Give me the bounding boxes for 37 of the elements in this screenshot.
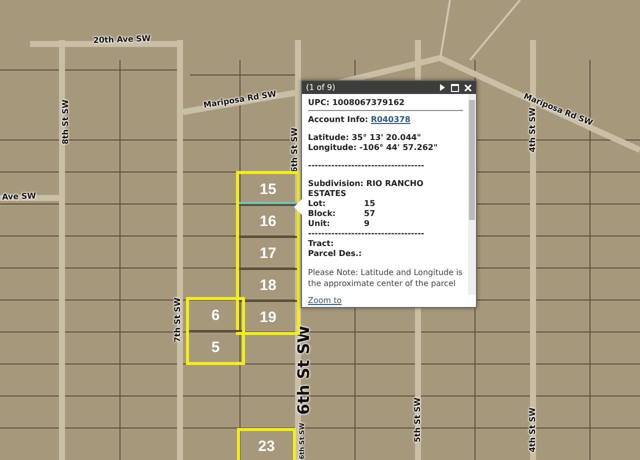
- road-label: Ave SW: [2, 192, 36, 202]
- popup-text: -----------------------------------: [308, 229, 426, 239]
- lot-number[interactable]: 17: [239, 238, 297, 270]
- lot-number[interactable]: 16: [239, 206, 297, 238]
- next-icon[interactable]: [439, 84, 446, 91]
- close-icon[interactable]: [464, 84, 472, 92]
- field-value: 15: [364, 199, 376, 209]
- road-label: 20th Ave SW: [93, 35, 151, 45]
- account-link[interactable]: R040378: [370, 115, 410, 124]
- field-label: Unit:: [308, 219, 331, 229]
- scrollbar[interactable]: [468, 94, 476, 295]
- popup-title: (1 of 9): [306, 83, 336, 92]
- road-label: 7th St SW: [174, 298, 182, 342]
- zoom-to-link[interactable]: Zoom to: [308, 296, 342, 305]
- lot-number[interactable]: 18: [239, 270, 297, 302]
- popup-text: UPC: 1008067379162: [308, 98, 406, 108]
- road-label: 5th St SW: [414, 398, 422, 442]
- lot-number[interactable]: 6: [189, 300, 242, 332]
- popup-text: Latitude: 35° 13' 20.044": [308, 133, 422, 143]
- road-label: 8th St SW: [62, 100, 70, 144]
- popup-text: Parcel Des.:: [308, 249, 363, 259]
- field-label: Lot:: [308, 199, 327, 209]
- road-label: Mariposa Rd SW: [203, 90, 277, 110]
- field-value: 9: [364, 219, 371, 229]
- lot-number[interactable]: 5: [189, 332, 242, 362]
- field-label: Account Info:: [308, 115, 370, 124]
- road-label: 4th St SW: [529, 408, 537, 452]
- maximize-icon[interactable]: [451, 84, 459, 92]
- popup-text: Subdivision: RIO RANCHO ESTATES: [308, 179, 424, 199]
- popup-text: Longitude: -106° 44' 57.262": [308, 143, 439, 153]
- field-value: 57: [364, 209, 376, 219]
- field-label: Block:: [308, 209, 337, 219]
- parcel-outline[interactable]: 6 5: [186, 297, 245, 365]
- popup-text: -----------------------------------: [308, 161, 426, 171]
- note-text: Please Note: Latitude and Longitude is the approximate center of the parcel: [308, 267, 463, 289]
- popup-text: Tract:: [308, 239, 335, 249]
- lot-number[interactable]: 15: [239, 174, 297, 206]
